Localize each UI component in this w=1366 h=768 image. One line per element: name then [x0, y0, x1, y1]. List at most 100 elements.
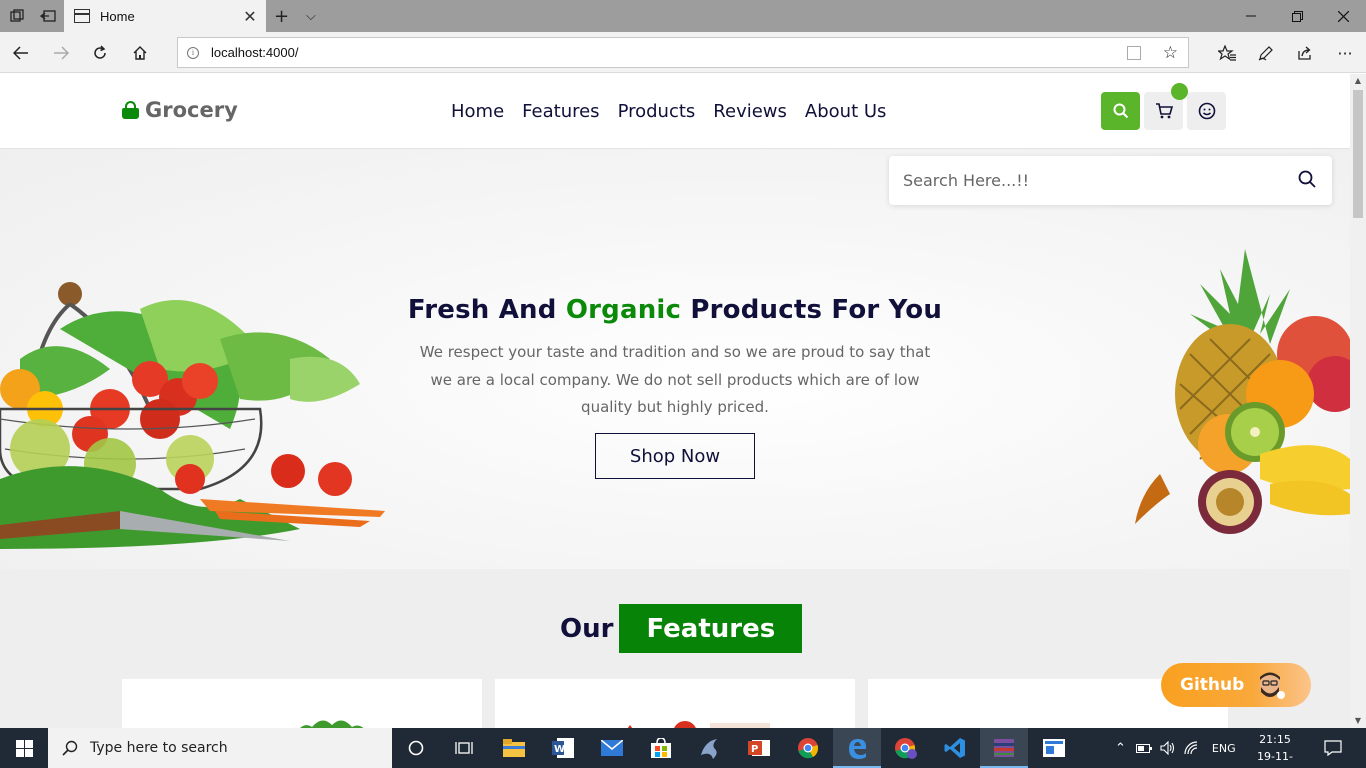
address-field[interactable]: i localhost:4000/ ☆ [177, 37, 1189, 68]
clock-date: 19-11-2024 [1257, 750, 1293, 768]
dolphin-app-taskbar-icon[interactable] [686, 728, 734, 768]
shop-now-button[interactable]: Shop Now [595, 433, 755, 479]
hero-description: We respect your taste and tradition and … [419, 343, 931, 416]
minimize-icon[interactable] [1228, 0, 1274, 32]
app-window-taskbar-icon[interactable] [1030, 728, 1078, 768]
nav-products[interactable]: Products [618, 101, 696, 122]
notification-icon [1324, 740, 1342, 756]
url-text[interactable]: localhost:4000/ [211, 45, 1127, 60]
favorites-icon[interactable] [1214, 40, 1240, 66]
task-view-icon [455, 742, 473, 754]
cart-icon [1155, 103, 1173, 119]
feature-card [495, 679, 855, 728]
system-tray: ⌃ ENG [1115, 728, 1236, 768]
store-taskbar-icon[interactable] [637, 728, 685, 768]
features-heading-highlight: Features [619, 604, 803, 653]
smiley-user-icon [1198, 102, 1215, 120]
page-icon [74, 9, 90, 23]
page-viewport: Grocery Home Features Products Reviews A… [0, 74, 1350, 728]
powerpoint-taskbar-icon[interactable]: P [735, 728, 783, 768]
basket-icon [122, 101, 139, 119]
site-header: Grocery Home Features Products Reviews A… [0, 74, 1350, 149]
close-window-icon[interactable] [1320, 0, 1366, 32]
web-note-pen-icon[interactable] [1253, 40, 1279, 66]
search-icon [62, 740, 78, 756]
logo-text: Grocery [145, 98, 238, 122]
back-icon[interactable] [8, 40, 34, 66]
features-heading: Our Features [560, 604, 803, 653]
reading-view-icon[interactable] [1126, 45, 1141, 60]
share-icon[interactable] [1292, 40, 1318, 66]
task-view-button[interactable] [440, 728, 488, 768]
restore-icon[interactable] [1274, 0, 1320, 32]
taskbar-clock[interactable]: 21:15 19-11-2024 [1245, 731, 1305, 768]
windows-taskbar: Type here to search W P ⌃ ENG 21:15 19-1… [0, 728, 1366, 768]
features-section: Our Features [0, 569, 1350, 728]
winrar-taskbar-icon[interactable] [980, 728, 1028, 768]
clock-time: 21:15 [1259, 733, 1291, 746]
search-toggle-button[interactable] [1101, 92, 1140, 130]
mail-taskbar-icon[interactable] [588, 728, 636, 768]
hero-title-accent: Organic [565, 295, 682, 325]
forward-icon[interactable] [48, 40, 74, 66]
nav-about-us[interactable]: About Us [805, 101, 887, 122]
search-icon [1113, 103, 1128, 119]
site-info-icon[interactable]: i [187, 46, 199, 59]
search-input[interactable] [903, 171, 1298, 190]
github-label: Github [1180, 675, 1245, 695]
tab-list-chevron-icon[interactable]: ⌵ [306, 9, 316, 24]
github-link-button[interactable]: Github [1161, 663, 1311, 707]
new-tab-icon[interactable]: + [274, 6, 289, 27]
nav-features[interactable]: Features [522, 101, 599, 122]
cortana-button[interactable] [392, 728, 440, 768]
show-hidden-icons-chevron-icon[interactable]: ⌃ [1115, 741, 1126, 756]
site-search-box [889, 156, 1332, 205]
chrome-profile-taskbar-icon[interactable] [882, 728, 930, 768]
avatar [1260, 672, 1286, 699]
header-icon-buttons [1101, 92, 1226, 130]
start-button[interactable] [0, 728, 48, 768]
account-button[interactable] [1187, 92, 1226, 130]
page-scrollbar[interactable]: ▲ ▼ [1350, 74, 1366, 728]
battery-icon[interactable] [1135, 742, 1152, 754]
refresh-icon[interactable] [87, 40, 113, 66]
word-taskbar-icon[interactable]: W [539, 728, 587, 768]
site-logo[interactable]: Grocery [122, 98, 238, 122]
browser-address-bar: i localhost:4000/ ☆ ··· [0, 32, 1366, 73]
cart-count-badge [1171, 83, 1188, 100]
close-tab-icon[interactable]: ✕ [240, 7, 260, 26]
action-center-button[interactable] [1310, 728, 1356, 768]
feature-card-image [300, 720, 364, 728]
main-nav: Home Features Products Reviews About Us [451, 101, 886, 122]
hero-section: Fresh And Organic Products For You We re… [0, 149, 1350, 569]
volume-icon[interactable] [1160, 741, 1176, 755]
feature-card [122, 679, 482, 728]
browser-tab-home[interactable]: Home ✕ [64, 0, 266, 32]
edge-taskbar-icon[interactable] [833, 728, 881, 768]
features-heading-prefix: Our [560, 613, 614, 644]
scroll-down-arrow-icon[interactable]: ▼ [1350, 714, 1366, 728]
favorite-star-icon[interactable]: ☆ [1163, 43, 1178, 63]
set-aside-tabs-icon[interactable] [38, 6, 58, 26]
chrome-taskbar-icon[interactable] [784, 728, 832, 768]
tab-preview-icon[interactable] [7, 6, 27, 26]
taskbar-search-box[interactable]: Type here to search [48, 728, 392, 768]
wifi-icon[interactable] [1184, 741, 1200, 755]
browser-tab-bar: Home ✕ + ⌵ [0, 0, 1366, 32]
vscode-taskbar-icon[interactable] [931, 728, 979, 768]
tab-title: Home [100, 8, 135, 24]
more-options-icon[interactable]: ··· [1332, 40, 1358, 66]
scrollbar-thumb[interactable] [1353, 90, 1363, 218]
input-language[interactable]: ENG [1212, 742, 1236, 755]
windows-logo-icon [15, 739, 33, 757]
nav-home[interactable]: Home [451, 101, 504, 122]
home-icon[interactable] [127, 40, 153, 66]
fruit-bowl-image [1135, 249, 1350, 534]
scroll-up-arrow-icon[interactable]: ▲ [1350, 74, 1366, 88]
cortana-circle-icon [408, 740, 424, 756]
svg-text:P: P [751, 744, 758, 755]
nav-reviews[interactable]: Reviews [713, 101, 787, 122]
search-submit-icon[interactable] [1298, 170, 1316, 192]
svg-text:W: W [554, 744, 565, 755]
file-explorer-taskbar-icon[interactable] [490, 728, 538, 768]
